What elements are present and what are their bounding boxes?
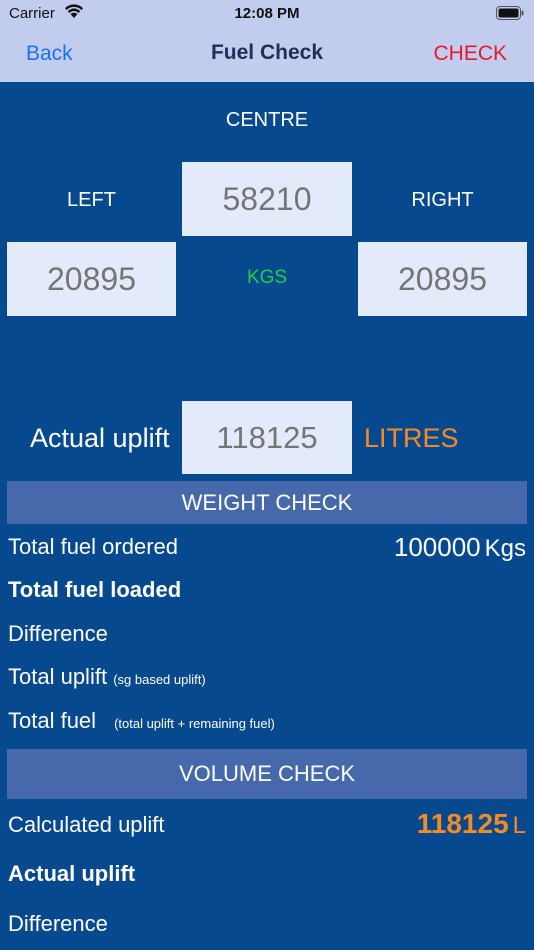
- total-uplift-note: (sg based uplift): [113, 672, 206, 687]
- actual-uplift-label: Actual uplift: [30, 423, 170, 453]
- actual-uplift-input[interactable]: [182, 401, 352, 474]
- total-fuel-row: Total fuel (total uplift + remaining fuel…: [8, 708, 275, 734]
- calculated-uplift-label: Calculated uplift: [8, 812, 165, 837]
- total-fuel-label: Total fuel: [8, 708, 97, 733]
- volume-difference-label: Difference: [8, 911, 108, 936]
- total-fuel-note: (total uplift + remaining fuel): [114, 716, 275, 731]
- centre-tank-input[interactable]: [182, 162, 352, 236]
- back-button[interactable]: Back: [26, 42, 73, 66]
- volume-actual-uplift-label: Actual uplift: [8, 861, 136, 886]
- calculated-uplift-number: 118125: [416, 808, 509, 839]
- battery-icon: [496, 6, 524, 20]
- total-uplift-label: Total uplift: [8, 664, 108, 689]
- weight-check-title: WEIGHT CHECK: [181, 489, 353, 515]
- total-fuel-ordered-value: 100000 Kgs: [394, 532, 526, 563]
- weight-difference-label: Difference: [8, 621, 108, 646]
- left-tank-label: LEFT: [67, 189, 116, 211]
- total-fuel-ordered-label: Total fuel ordered: [8, 534, 178, 559]
- calculated-uplift-value: 118125 L: [417, 808, 526, 840]
- right-tank-label: RIGHT: [411, 189, 474, 211]
- status-time: 12:08 PM: [234, 5, 300, 22]
- kgs-unit-label: KGS: [246, 267, 288, 288]
- status-bar: Carrier 12:08 PM: [0, 0, 534, 28]
- calculated-uplift-unit: L: [512, 812, 526, 839]
- check-button[interactable]: CHECK: [433, 42, 507, 66]
- total-fuel-ordered-unit: Kgs: [484, 535, 526, 562]
- total-fuel-loaded-label: Total fuel loaded: [8, 577, 182, 602]
- volume-check-title: VOLUME CHECK: [178, 761, 356, 786]
- navigation-bar: Back Fuel Check CHECK: [0, 28, 534, 82]
- litres-unit-label: LITRES: [364, 423, 459, 453]
- total-uplift-row: Total uplift (sg based uplift): [8, 664, 206, 690]
- right-tank-input[interactable]: [358, 242, 527, 316]
- total-fuel-ordered-number: 100000: [393, 532, 481, 562]
- volume-check-header: VOLUME CHECK: [7, 749, 527, 799]
- left-tank-input[interactable]: [7, 242, 176, 316]
- weight-check-header: WEIGHT CHECK: [7, 481, 527, 524]
- centre-tank-label: CENTRE: [225, 109, 309, 131]
